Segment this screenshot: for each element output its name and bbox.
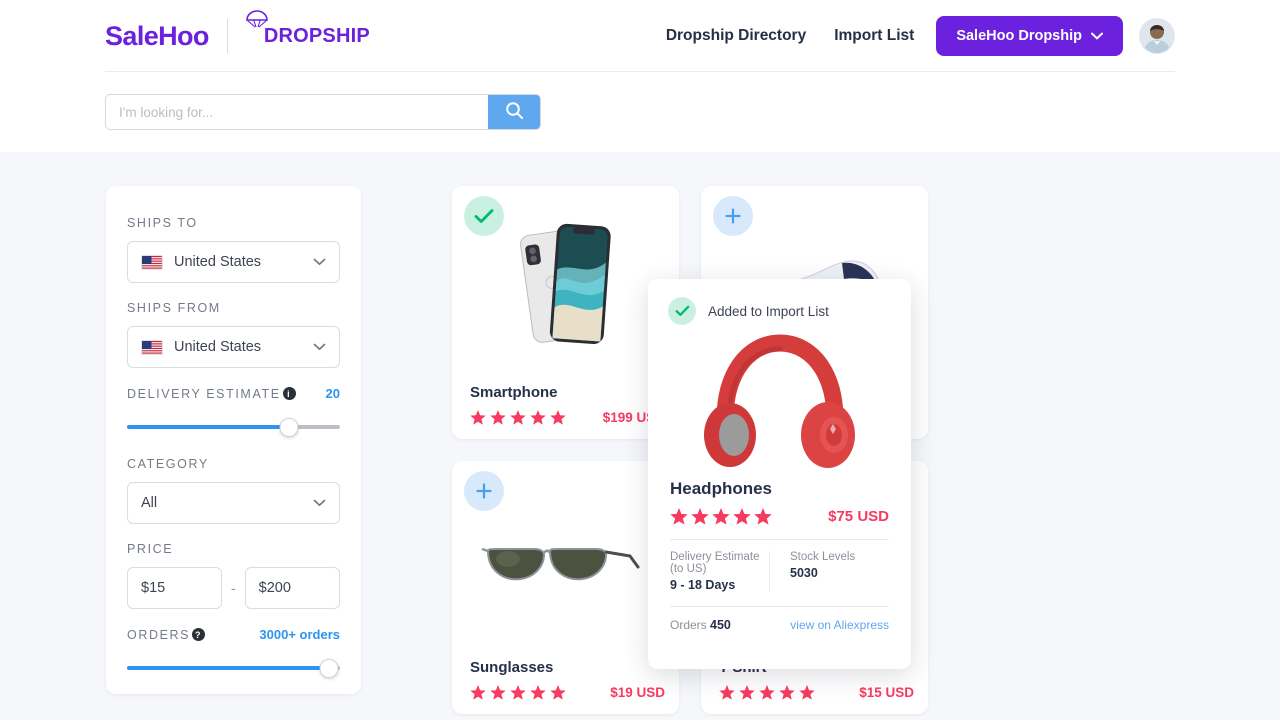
brand-logo[interactable]: SaleHoo DROPSHIP (105, 9, 370, 53)
popup-orders: Orders 450 (670, 618, 731, 632)
price-label: PRICE (127, 542, 174, 556)
category-select[interactable]: All (127, 482, 340, 524)
chevron-down-icon (313, 494, 326, 512)
filter-sidebar: SHIPS TO United States SHIPS FROM United… (106, 186, 361, 694)
add-to-import-badge[interactable] (713, 196, 753, 236)
stock-levels-val: 5030 (790, 566, 818, 580)
popup-rating-stars (670, 508, 774, 525)
nav-import-list[interactable]: Import List (834, 27, 914, 45)
popup-product-name: Headphones (670, 479, 773, 498)
header-divider (105, 71, 1175, 72)
category-value: All (141, 495, 158, 511)
price-min-input[interactable] (127, 567, 222, 609)
orders-label: ORDERS (127, 627, 191, 642)
dropship-lockup: DROPSHIP (246, 9, 370, 48)
orders-val: 450 (710, 618, 731, 632)
account-menu-button[interactable]: SaleHoo Dropship (936, 16, 1123, 56)
price-range-separator: - (231, 580, 236, 596)
stock-levels-detail: Stock Levels 5030 (769, 551, 889, 592)
main-nav: Dropship Directory Import List SaleHoo D… (666, 16, 1175, 56)
chevron-down-icon (313, 253, 326, 271)
rating-stars (470, 410, 566, 425)
headphones-image (648, 329, 911, 479)
ships-to-value: United States (174, 254, 262, 270)
price-max-input[interactable] (244, 567, 340, 609)
import-status-text: Added to Import List (708, 303, 829, 319)
slider-thumb[interactable] (319, 659, 339, 678)
ships-to-label: SHIPS TO (127, 216, 198, 230)
ships-from-select[interactable]: United States (127, 326, 340, 368)
app-root: SaleHoo DROPSHIP Dropship Directory Impo… (0, 0, 1280, 720)
check-icon (668, 297, 696, 325)
product-name: Sunglasses (470, 659, 554, 676)
slider-thumb[interactable] (279, 418, 299, 437)
ships-from-label: SHIPS FROM (127, 301, 221, 315)
popup-product-price: $75 USD (828, 508, 889, 525)
import-status-row: Added to Import List (648, 279, 911, 325)
delivery-estimate-key: Delivery Estimate (to US) (670, 551, 760, 575)
delivery-estimate-label: DELIVERY ESTIMATE (127, 386, 281, 401)
popup-details: Delivery Estimate (to US) 9 - 18 Days St… (670, 551, 889, 592)
product-price: $19 USD (610, 685, 665, 700)
product-name: Smartphone (470, 384, 558, 401)
view-on-aliexpress-link[interactable]: view on Aliexpress (790, 618, 889, 632)
chevron-down-icon (1091, 28, 1103, 44)
us-flag-icon (141, 254, 163, 270)
delivery-estimate-slider[interactable] (127, 417, 340, 437)
orders-key: Orders (670, 618, 707, 632)
added-badge[interactable] (464, 196, 504, 236)
orders-value: 3000+ orders (259, 627, 340, 642)
slider-fill (127, 666, 330, 670)
chevron-down-icon (313, 338, 326, 356)
stock-levels-key: Stock Levels (790, 551, 856, 563)
category-label: CATEGORY (127, 457, 209, 471)
price-range-row: - (127, 567, 340, 609)
parachute-icon (244, 9, 270, 39)
search-icon (505, 101, 524, 123)
product-detail-popup[interactable]: Added to Import List Headphones $75 USD (648, 279, 911, 669)
avatar[interactable] (1139, 18, 1175, 54)
divider (670, 606, 889, 607)
delivery-estimate-val: 9 - 18 Days (670, 578, 736, 592)
product-card[interactable]: Sunglasses $19 USD (452, 461, 679, 714)
search-button[interactable] (488, 95, 540, 129)
help-icon[interactable]: ? (192, 628, 206, 641)
delivery-estimate-header: DELIVERY ESTIMATE i 20 (127, 386, 340, 401)
divider (670, 539, 889, 540)
rating-stars (470, 685, 566, 700)
site-header: SaleHoo DROPSHIP Dropship Directory Impo… (0, 0, 1280, 72)
nav-dropship-directory[interactable]: Dropship Directory (666, 27, 806, 45)
orders-header: ORDERS ? 3000+ orders (127, 627, 340, 642)
ships-to-select[interactable]: United States (127, 241, 340, 283)
product-price: $15 USD (859, 685, 914, 700)
search-bar (105, 94, 541, 130)
search-input[interactable] (106, 95, 488, 129)
rating-stars (719, 685, 815, 700)
orders-slider[interactable] (127, 658, 340, 678)
account-menu-label: SaleHoo Dropship (956, 28, 1082, 44)
us-flag-icon (141, 339, 163, 355)
delivery-estimate-value: 20 (325, 386, 340, 401)
brand-name: SaleHoo (105, 20, 209, 51)
info-icon[interactable]: i (282, 387, 296, 400)
add-to-import-badge[interactable] (464, 471, 504, 511)
product-card[interactable]: Smartphone $199 USD (452, 186, 679, 439)
ships-from-value: United States (174, 339, 262, 355)
delivery-estimate-detail: Delivery Estimate (to US) 9 - 18 Days (670, 551, 769, 592)
brand-divider (226, 19, 228, 53)
slider-fill (127, 425, 289, 429)
